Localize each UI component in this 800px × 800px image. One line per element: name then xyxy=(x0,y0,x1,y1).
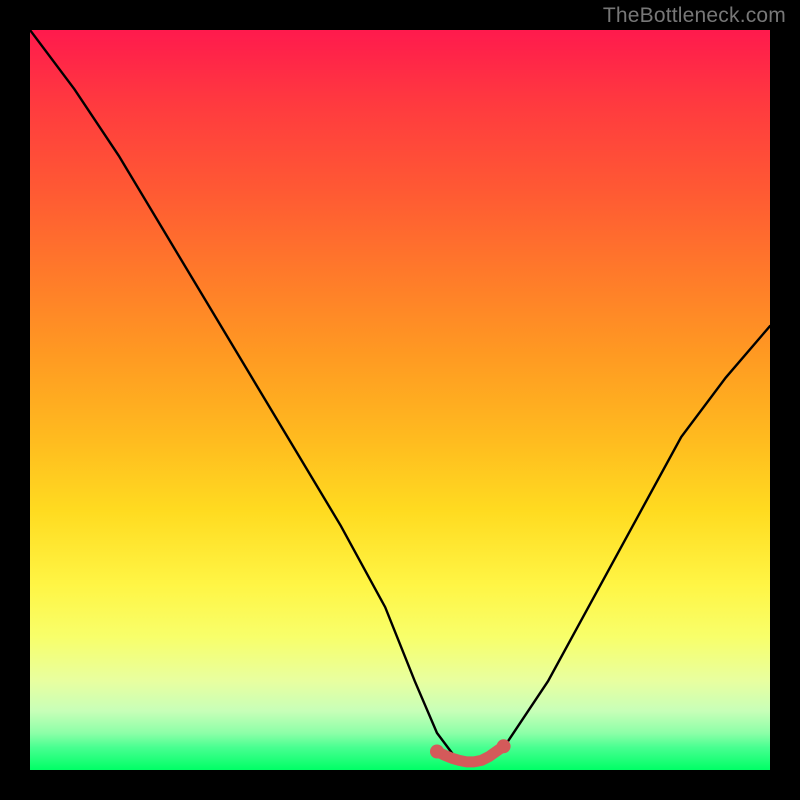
flat-zone-marker-group xyxy=(430,739,511,762)
bottleneck-curve-path xyxy=(30,30,770,763)
curve-layer xyxy=(30,30,770,770)
flat-zone-endpoint xyxy=(497,739,511,753)
flat-zone-endpoint xyxy=(430,745,444,759)
watermark-text: TheBottleneck.com xyxy=(603,4,786,28)
flat-zone-stroke xyxy=(437,746,504,762)
chart-frame: TheBottleneck.com xyxy=(0,0,800,800)
plot-area xyxy=(30,30,770,770)
